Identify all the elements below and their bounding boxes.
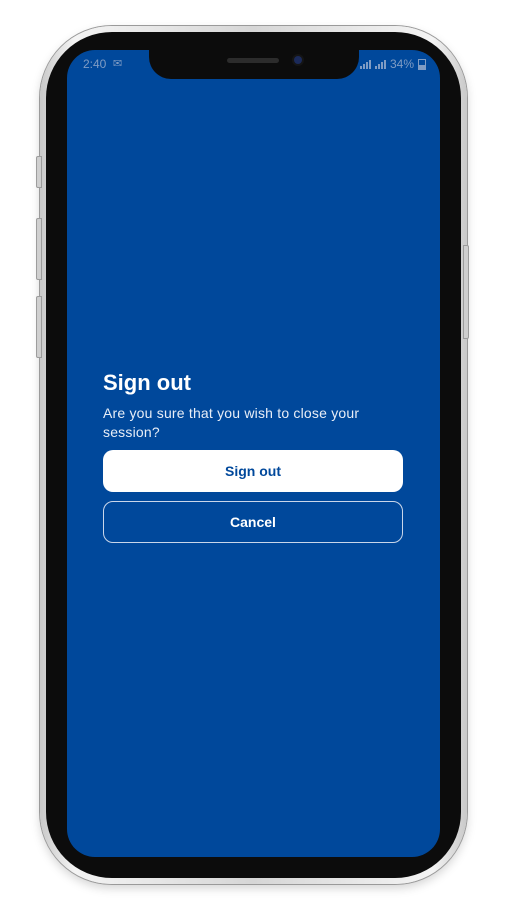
volume-up-button <box>36 218 42 280</box>
speaker-grille <box>227 58 279 63</box>
signal-icon <box>374 59 386 69</box>
cancel-button[interactable]: Cancel <box>103 501 403 543</box>
front-camera <box>294 56 302 64</box>
sign-out-dialog: Sign out Are you sure that you wish to c… <box>103 368 403 543</box>
power-button <box>463 245 469 339</box>
sign-out-button[interactable]: Sign out <box>103 450 403 492</box>
phone-notch <box>149 50 359 79</box>
volume-down-button <box>36 296 42 358</box>
battery-icon <box>418 58 426 70</box>
battery-percent: 34% <box>389 57 414 71</box>
signal-icon <box>359 59 371 69</box>
status-right: 34% <box>359 57 426 71</box>
app-screen: 2:40 ✉ 34% Sign out Are you sure that yo… <box>67 50 440 857</box>
dialog-title: Sign out <box>103 370 191 395</box>
status-time: 2:40 <box>83 57 107 71</box>
mail-icon: ✉ <box>113 58 123 70</box>
dialog-message: Are you sure that you wish to close your… <box>103 405 360 440</box>
mute-switch <box>36 156 42 188</box>
